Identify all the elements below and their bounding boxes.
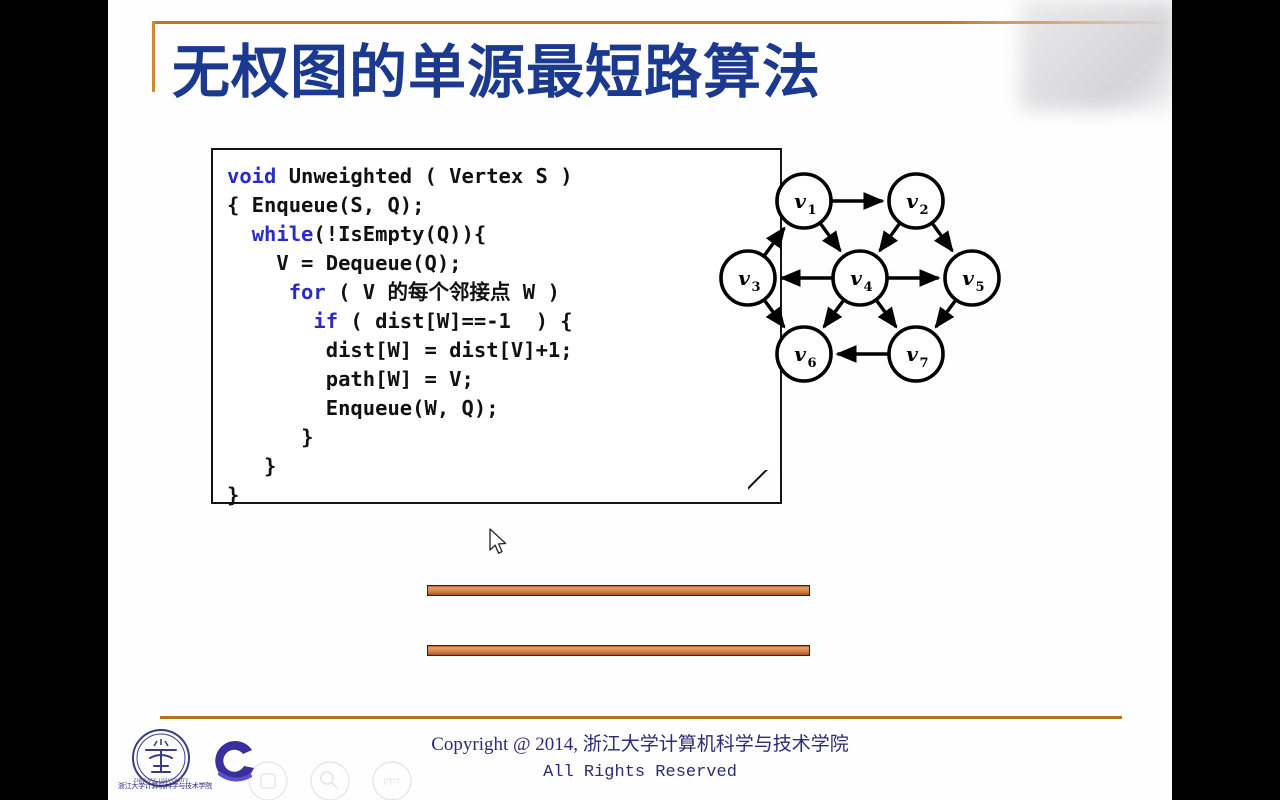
graph-node-v5: v5: [943, 249, 1001, 307]
code-keyword: for: [288, 280, 326, 304]
graph-edge-v4-v6: [822, 299, 845, 329]
footer-divider: [160, 716, 1122, 719]
code-token: V = Dequeue(Q);: [276, 251, 462, 275]
graph-node-label: v: [906, 342, 918, 366]
page-fold-corner: [748, 470, 780, 502]
code-keyword: if: [313, 309, 339, 333]
code-line: { Enqueue(S, Q);: [227, 191, 573, 220]
graph-node-v7: v7: [887, 325, 945, 383]
code-line: void Unweighted ( Vertex S ): [227, 162, 573, 191]
graph-node-label: v: [906, 189, 918, 213]
graph-edge-v2-v4: [878, 223, 901, 253]
graph-node-v3: v3: [719, 249, 777, 307]
graph-edge-v1-v4: [819, 223, 842, 253]
graph-node-subscript: 2: [919, 203, 928, 218]
rights-text: All Rights Reserved: [543, 763, 737, 782]
page-title: 无权图的单源最短路算法: [172, 38, 822, 106]
graph-edge-v5-v7: [934, 299, 957, 329]
graph-node-subscript: 7: [919, 356, 928, 371]
presentation-slide: 无权图的单源最短路算法 void Unweighted ( Vertex S )…: [108, 0, 1172, 800]
graph-edge-v3-v1: [763, 226, 786, 256]
graph-node-v2: v2: [887, 172, 945, 230]
graph-node-subscript: 4: [863, 280, 872, 295]
code-line: }: [227, 481, 573, 510]
graph-node-v6: v6: [775, 325, 833, 383]
code-token: { Enqueue(S, Q);: [227, 193, 425, 217]
code-token: (!IsEmpty(Q)){: [313, 222, 487, 246]
graph-node-subscript: 5: [975, 280, 984, 295]
code-token: }: [227, 483, 240, 507]
code-keyword: void: [227, 164, 277, 188]
letterbox-left: [0, 0, 108, 800]
code-token: ( dist[W]==-1 ) {: [338, 309, 573, 333]
screen: 无权图的单源最短路算法 void Unweighted ( Vertex S )…: [0, 0, 1280, 800]
highlight-bar-2: [427, 645, 810, 656]
highlight-bar-1: [427, 585, 810, 596]
code-line: Enqueue(W, Q);: [227, 394, 573, 423]
code-token: ( V 的每个邻接点 W ): [325, 280, 560, 304]
code-line: for ( V 的每个邻接点 W ): [227, 278, 573, 307]
graph-nodes: v 1 v 2v 3 v 4 v 5v 6 v 7: [719, 172, 1001, 383]
code-line: }: [227, 452, 573, 481]
code-token: path[W] = V;: [325, 367, 474, 391]
code-token: dist[W] = dist[V]+1;: [325, 338, 573, 362]
graph-edge-v2-v5: [931, 223, 954, 253]
graph-node-label: v: [962, 266, 974, 290]
code-token: Unweighted ( Vertex S ): [276, 164, 573, 188]
code-token: }: [264, 454, 277, 478]
letterbox-right: [1172, 0, 1280, 800]
graph-node-v4: v4: [831, 249, 889, 307]
directed-graph-figure: v1v2v3v4v5v6v7: [708, 155, 1018, 400]
graph-node-label: v: [850, 266, 862, 290]
copyright-text: Copyright @ 2014, 浙江大学计算机科学与技术学院: [431, 734, 849, 755]
graph-edge-v4-v7: [875, 299, 898, 329]
code-line: path[W] = V;: [227, 365, 573, 394]
blurred-overlay-watermark: [1020, 0, 1172, 110]
code-line: while(!IsEmpty(Q)){: [227, 220, 573, 249]
graph-node-subscript: 3: [751, 280, 760, 295]
code-keyword: while: [251, 222, 314, 246]
graph-node-subscript: 6: [807, 356, 816, 371]
graph-node-subscript: 1: [807, 203, 816, 218]
code-listing: void Unweighted ( Vertex S ){ Enqueue(S,…: [227, 162, 573, 510]
code-line: if ( dist[W]==-1 ) {: [227, 307, 573, 336]
mouse-cursor-arrow-icon: [489, 528, 507, 554]
logo-caption: 浙江大学计算机科学与技术学院: [118, 782, 212, 790]
code-block-panel: void Unweighted ( Vertex S ){ Enqueue(S,…: [211, 148, 782, 507]
graph-node-label: v: [738, 266, 750, 290]
graph-node-label: v: [794, 189, 806, 213]
graph-node-label: v: [794, 342, 806, 366]
code-line: }: [227, 423, 573, 452]
code-line: V = Dequeue(Q);: [227, 249, 573, 278]
graph-edge-v3-v6: [763, 299, 786, 329]
code-token: Enqueue(W, Q);: [325, 396, 499, 420]
code-line: dist[W] = dist[V]+1;: [227, 336, 573, 365]
graph-node-v1: v1: [775, 172, 833, 230]
code-token: }: [301, 425, 314, 449]
title-left-rule: [152, 21, 155, 92]
